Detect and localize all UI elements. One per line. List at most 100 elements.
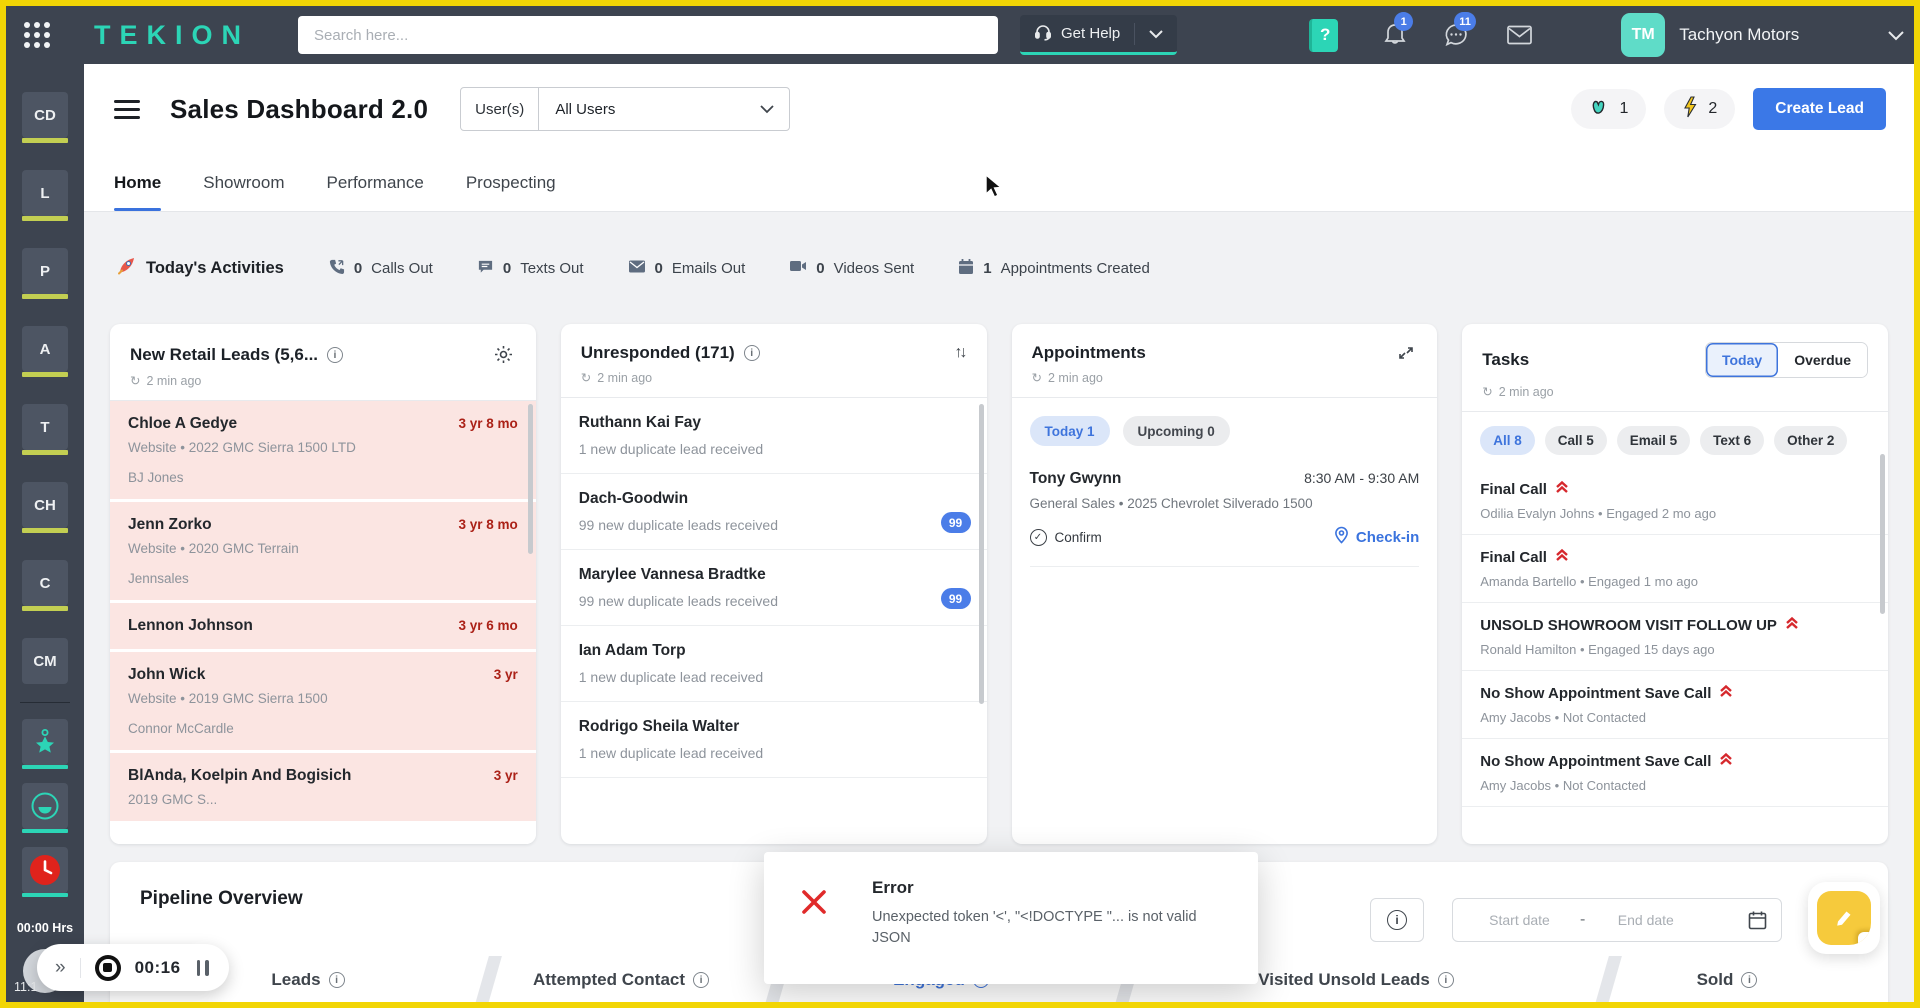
- sidebar-item-p[interactable]: P: [22, 248, 68, 299]
- list-item[interactable]: Ruthann Kai Fay 1 new duplicate lead rec…: [560, 398, 987, 474]
- gear-icon[interactable]: [491, 342, 516, 367]
- sort-icon[interactable]: ↑↓: [953, 342, 968, 364]
- hamburger-menu-icon[interactable]: [114, 99, 140, 119]
- upcoming-filter-pill[interactable]: Upcoming 0: [1122, 416, 1230, 446]
- check-in-button[interactable]: Check-in: [1334, 526, 1419, 548]
- tab-prospecting[interactable]: Prospecting: [466, 154, 556, 211]
- mail-icon[interactable]: [1506, 24, 1533, 46]
- list-item[interactable]: UNSOLD SHOWROOM VISIT FOLLOW UP Ronald H…: [1462, 603, 1888, 671]
- date-range-picker[interactable]: -: [1452, 898, 1782, 942]
- time-clock-icon[interactable]: [22, 847, 68, 897]
- filter-all[interactable]: All 8: [1480, 426, 1535, 455]
- duplicate-count-badge: 99: [940, 588, 971, 609]
- activity-videos-sent: 0 Videos Sent: [789, 259, 914, 277]
- info-icon[interactable]: i: [327, 346, 344, 363]
- new-retail-leads-card: New Retail Leads (5,6... i ↻ 2 min ago C…: [110, 324, 536, 844]
- tab-showroom[interactable]: Showroom: [203, 154, 284, 211]
- tab-home[interactable]: Home: [114, 154, 162, 211]
- unresponded-card: Unresponded (171) i ↑↓ ↻ 2 min ago Rutha…: [560, 324, 987, 844]
- tasks-overdue-toggle[interactable]: Overdue: [1778, 343, 1867, 377]
- list-item[interactable]: Lennon Johnson 3 yr 6 mo: [110, 603, 536, 649]
- list-item[interactable]: Ian Adam Torp 1 new duplicate lead recei…: [560, 626, 987, 702]
- collapse-chevrons-icon[interactable]: »: [55, 958, 66, 977]
- unresponded-list: Ruthann Kai Fay 1 new duplicate lead rec…: [560, 398, 987, 844]
- gauge-meter-icon[interactable]: [22, 783, 68, 833]
- pipeline-info-button[interactable]: i: [1370, 898, 1424, 942]
- pause-recording-button[interactable]: [195, 958, 211, 978]
- stage-sold[interactable]: Sold i: [1596, 970, 1858, 990]
- recording-timer: 00:16: [134, 957, 181, 977]
- hand-icon: [1589, 96, 1609, 123]
- filter-other[interactable]: Other 2: [1774, 426, 1848, 455]
- notifications-badge: 1: [1394, 12, 1414, 31]
- end-date-input[interactable]: [1593, 912, 1699, 928]
- scrollbar[interactable]: [978, 404, 984, 704]
- tasks-list: Final Call Odilia Evalyn Johns • Engaged…: [1462, 467, 1888, 844]
- text-bubble-icon: [477, 258, 494, 279]
- chevron-down-icon: [759, 104, 789, 114]
- bolt-counter[interactable]: 2: [1664, 89, 1736, 129]
- today-filter-pill[interactable]: Today 1: [1029, 416, 1110, 446]
- handshake-counter[interactable]: 1: [1571, 89, 1647, 129]
- sidebar-item-a[interactable]: A: [22, 326, 68, 377]
- scrollbar[interactable]: [527, 404, 533, 554]
- filter-email[interactable]: Email 5: [1616, 426, 1691, 455]
- refresh-icon: ↻: [1031, 371, 1042, 385]
- list-item[interactable]: Chloe A Gedye 3 yr 8 mo Website • 2022 GM…: [110, 401, 536, 499]
- notifications-bell-icon[interactable]: 1: [1382, 12, 1414, 49]
- stage-attempted-contact[interactable]: Attempted Contact i: [476, 970, 766, 990]
- list-item[interactable]: Marylee Vannesa Bradtke 99 new duplicate…: [560, 550, 987, 626]
- pencil-icon: [1837, 911, 1851, 926]
- expand-icon[interactable]: [1395, 342, 1417, 364]
- list-item[interactable]: Dach-Goodwin 99 new duplicate leads rece…: [560, 474, 987, 550]
- error-message: Unexpected token '<', "<!DOCTYPE "... is…: [872, 909, 1197, 947]
- stop-recording-button[interactable]: [94, 954, 121, 981]
- activities-title: Today's Activities: [146, 258, 284, 277]
- user-filter-label: User(s): [461, 88, 540, 130]
- card-refresh-status: ↻ 2 min ago: [1031, 370, 1103, 386]
- list-item[interactable]: BlAnda, Koelpin And Bogisich 3 yr 2019 GM…: [110, 753, 536, 821]
- filter-call[interactable]: Call 5: [1544, 426, 1607, 455]
- sidebar-item-cm[interactable]: CM: [22, 638, 68, 684]
- list-item[interactable]: Final Call Amanda Bartello • Engaged 1 m…: [1462, 535, 1888, 603]
- info-icon[interactable]: i: [743, 345, 760, 361]
- get-help-button[interactable]: Get Help: [1020, 15, 1178, 55]
- sidebar-item-cd[interactable]: CD: [22, 92, 68, 143]
- showroom-greeter-icon[interactable]: [22, 719, 68, 769]
- user-filter-dropdown[interactable]: User(s) All Users: [460, 87, 791, 131]
- sidebar-item-l[interactable]: L: [22, 170, 68, 221]
- chevron-down-icon[interactable]: [1135, 29, 1177, 39]
- messages-icon[interactable]: 11: [1442, 12, 1476, 49]
- list-item[interactable]: Jenn Zorko 3 yr 8 mo Website • 2020 GMC T…: [110, 502, 536, 600]
- tasks-today-toggle[interactable]: Today: [1705, 343, 1779, 377]
- sidebar-item-c[interactable]: C: [22, 560, 68, 611]
- sidebar-item-t[interactable]: T: [22, 404, 68, 455]
- account-name: Tachyon Motors: [1679, 25, 1800, 44]
- confirm-button[interactable]: ✓ Confirm: [1029, 528, 1102, 546]
- list-item[interactable]: No Show Appointment Save Call Amy Jacobs…: [1462, 739, 1888, 807]
- error-x-icon: [798, 886, 830, 984]
- left-sidebar: CD L P A T CH C CM 00:00 Hrs IA 11:1: [6, 64, 84, 1002]
- handshake-count: 1: [1619, 100, 1629, 117]
- tab-performance[interactable]: Performance: [327, 154, 424, 211]
- list-item[interactable]: Final Call Odilia Evalyn Johns • Engaged…: [1462, 467, 1888, 535]
- quick-note-fab[interactable]: [1817, 891, 1871, 945]
- start-date-input[interactable]: [1467, 912, 1572, 928]
- filter-text[interactable]: Text 6: [1700, 426, 1765, 455]
- account-menu[interactable]: TM Tachyon Motors: [1621, 13, 1905, 57]
- divider: [79, 957, 81, 978]
- appointment-item[interactable]: Tony Gwynn 8:30 AM - 9:30 AM General Sal…: [1029, 470, 1420, 567]
- sidebar-item-ch[interactable]: CH: [22, 482, 68, 533]
- list-item[interactable]: John Wick 3 yr Website • 2019 GMC Sierra …: [110, 652, 536, 750]
- user-filter-value: All Users: [555, 100, 616, 118]
- scrollbar[interactable]: [1880, 454, 1885, 614]
- error-title: Error: [872, 878, 914, 897]
- create-lead-button[interactable]: Create Lead: [1753, 88, 1886, 130]
- list-item[interactable]: Rodrigo Sheila Walter 1 new duplicate le…: [560, 702, 987, 778]
- divider: [20, 702, 70, 703]
- chevron-down-icon: [1887, 30, 1905, 41]
- help-guide-icon[interactable]: ?: [1309, 18, 1339, 52]
- apps-grid-icon[interactable]: [24, 22, 50, 48]
- list-item[interactable]: No Show Appointment Save Call Amy Jacobs…: [1462, 671, 1888, 739]
- search-input[interactable]: [298, 16, 999, 54]
